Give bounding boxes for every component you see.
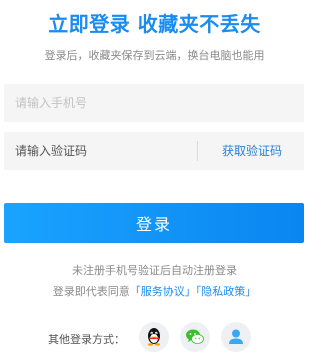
service-agreement-link[interactable]: 「服务协议」 [130,285,196,298]
agreement-notice: 登录即代表同意「服务协议」「隐私政策」 [0,283,309,299]
code-field-container: 获取验证码 [4,132,304,170]
privacy-policy-link[interactable]: 「隐私政策」 [196,285,257,298]
phone-input[interactable] [4,84,195,122]
qq-login-button[interactable] [139,322,169,352]
get-code-button[interactable]: 获取验证码 [200,132,304,170]
wechat-icon [186,329,204,344]
account-login-button[interactable] [221,322,251,352]
page-subtitle: 登录后，收藏夹保存到云端，换台电脑也能用 [44,49,265,62]
other-login-methods: 其他登录方式： [0,322,309,354]
other-login-label: 其他登录方式： [48,333,125,346]
verification-code-input[interactable] [4,132,195,170]
field-divider [197,141,198,161]
agreement-prefix: 登录即代表同意 [52,285,130,298]
login-button[interactable]: 登录 [4,203,304,243]
auto-register-notice: 未注册手机号验证后自动注册登录 [72,264,237,277]
page-title: 立即登录 收藏夹不丢失 [48,12,261,36]
account-icon [229,329,243,344]
qq-icon [147,328,161,346]
wechat-login-button[interactable] [180,322,210,352]
phone-field-container [4,84,304,122]
